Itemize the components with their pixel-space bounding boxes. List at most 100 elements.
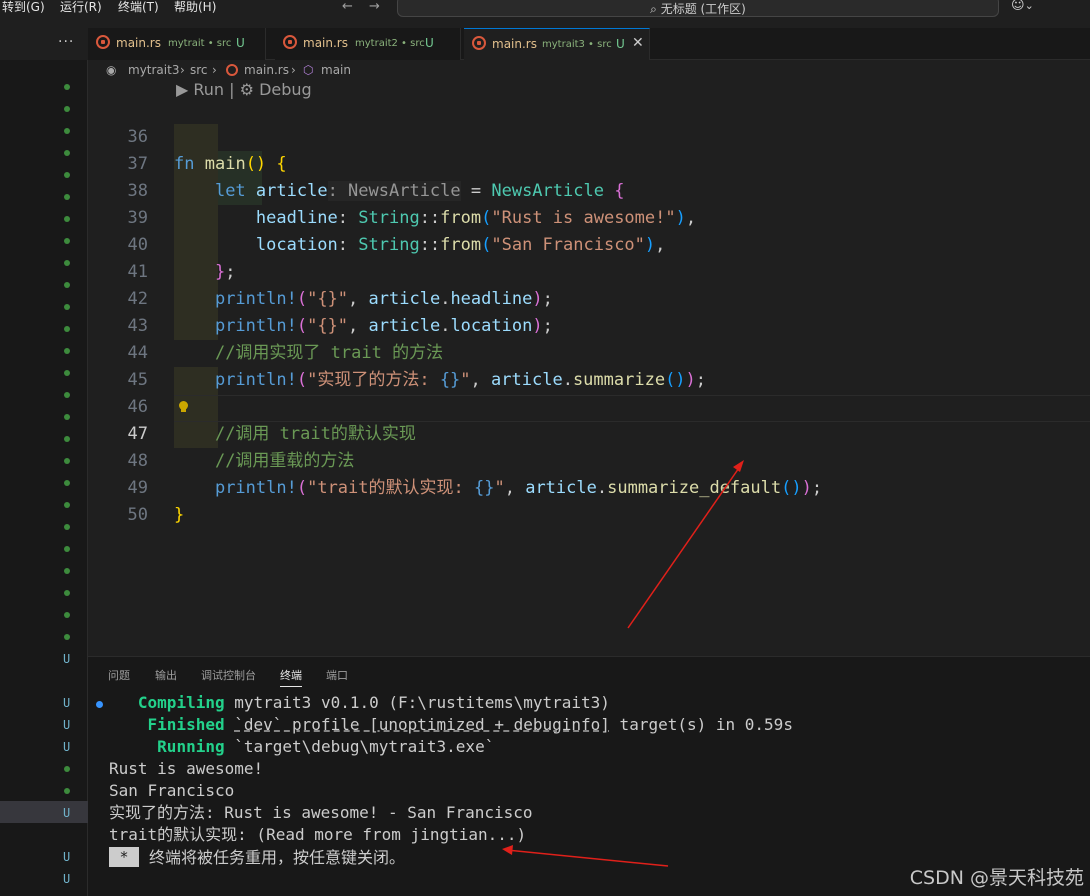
terminal-link[interactable]: `dev` profile [unoptimized + debuginfo] (234, 715, 610, 734)
gutter-dot (64, 788, 70, 794)
code-line: 40 }; (88, 205, 1090, 282)
tab-description: mytrait • src (168, 38, 232, 49)
gutter-untracked-marker: U (63, 718, 71, 732)
gutter-dot (64, 194, 70, 200)
code-line: 36 fn main() { (88, 97, 1090, 174)
code-line: 47 //调用重载的方法 (88, 394, 1090, 471)
gutter-dot (64, 260, 70, 266)
more-actions-icon[interactable]: ··· (58, 34, 74, 50)
gutter-dot (64, 436, 70, 442)
code-line: 46 //调用 trait的默认实现 (88, 367, 1090, 444)
command-center-search[interactable]: ⌕ 无标题 (工作区) (397, 0, 999, 17)
cargo-status: Finished (147, 715, 225, 734)
code-line: 43 //调用实现了 trait 的方法 (88, 286, 1090, 363)
code-line: 44 println!("实现了的方法: {}", article.summar… (88, 313, 1090, 390)
gutter-untracked-marker: U (63, 652, 71, 666)
chevron-right-icon: › (291, 63, 296, 77)
breadcrumb-root[interactable]: mytrait3 (128, 63, 179, 77)
terminal-output-line: 实现了的方法: Rust is awesome! - San Francisco (109, 803, 533, 822)
line-number: 50 (127, 505, 148, 525)
gutter-dot (64, 348, 70, 354)
forward-arrow-icon[interactable]: → (369, 0, 380, 14)
code-editor[interactable]: ▶ Run | ⚙ Debug 36 fn main() { 37 let ar… (88, 80, 1090, 656)
chevron-down-icon: ⌄ (1024, 0, 1034, 12)
gutter-dot (64, 216, 70, 222)
menu-help[interactable]: 帮助(H) (174, 0, 216, 14)
copilot-menu[interactable]: ☺⌄ (1011, 0, 1034, 13)
code-line: 37 let article: NewsArticle = NewsArticl… (88, 124, 1090, 201)
code-line: 50 (88, 475, 1090, 525)
bottom-panel: 问题 输出 调试控制台 终端 端口 Compiling mytrait3 v0.… (88, 656, 1090, 896)
terminal-line: Compiling mytrait3 v0.1.0 (F:\rustitems\… (109, 692, 610, 714)
breadcrumb-file[interactable]: main.rs (244, 63, 289, 77)
gutter-dot (64, 458, 70, 464)
breadcrumb-symbol[interactable]: main (321, 63, 351, 77)
breadcrumb: ◉ mytrait3 › src › main.rs › ⬡ main (88, 60, 1090, 80)
tab-filename: main.rs (492, 37, 537, 51)
tab-status-untracked: U (425, 36, 434, 50)
menu-goto[interactable]: 转到(G) (2, 0, 45, 14)
gutter-dot (64, 590, 70, 596)
gutter-dot (64, 370, 70, 376)
terminal-output-line: Rust is awesome! (109, 759, 264, 778)
gutter-dot (64, 172, 70, 178)
rust-file-icon (472, 36, 486, 50)
search-icon: ⌕ (650, 2, 657, 16)
tab-ports[interactable]: 端口 (326, 667, 348, 683)
code-line: 41 println!("{}", article.headline); (88, 232, 1090, 309)
gutter-untracked-marker: U (63, 696, 71, 710)
chevron-right-icon: › (180, 63, 185, 77)
menu-terminal[interactable]: 终端(T) (118, 0, 159, 14)
editor-tab-bar: main.rs mytrait • src U main.rs mytrait2… (88, 28, 1090, 61)
terminal-line: Running `target\debug\mytrait3.exe` (109, 736, 494, 758)
tab-debug-console[interactable]: 调试控制台 (201, 667, 256, 683)
tab-filename: main.rs (116, 36, 161, 50)
back-arrow-icon[interactable]: ← (342, 0, 353, 14)
close-icon[interactable]: ✕ (632, 35, 644, 51)
terminal-close-message: 终端将被任务重用，按任意键关闭。 (149, 848, 406, 867)
gutter-dot (64, 414, 70, 420)
terminal-text: mytrait3 v0.1.0 (F:\rustitems\mytrait3) (224, 693, 610, 712)
tab-status-untracked: U (616, 37, 625, 51)
gutter-dot (64, 480, 70, 486)
code-line: 42 println!("{}", article.location); (88, 259, 1090, 336)
rust-file-icon (96, 35, 110, 49)
code-line: 49 } (88, 448, 1090, 525)
tab-description: mytrait3 • src (542, 39, 612, 50)
gutter-dot (64, 150, 70, 156)
watermark: CSDN @景天科技苑 (909, 867, 1084, 889)
tab-main-mytrait3[interactable]: main.rs mytrait3 • src U ✕ (464, 28, 650, 61)
gutter-untracked-marker: U (63, 806, 71, 820)
tab-terminal[interactable]: 终端 (280, 667, 302, 687)
code-line: 48 println!("trait的默认实现: {}", article.su… (88, 421, 1090, 498)
tab-output[interactable]: 输出 (155, 667, 177, 683)
title-bar: 转到(G) 运行(R) 终端(T) 帮助(H) ← → ⌕ 无标题 (工作区) … (0, 0, 1090, 22)
gutter-highlight-row (0, 801, 88, 823)
gutter-dot (64, 326, 70, 332)
gutter-dot (64, 84, 70, 90)
tab-problems[interactable]: 问题 (108, 667, 130, 683)
copilot-icon: ☺ (1011, 0, 1025, 13)
rust-file-icon (283, 35, 297, 49)
terminal-output-line: San Francisco (109, 781, 235, 800)
lightbulb-icon[interactable] (179, 401, 188, 413)
gutter-dot (64, 612, 70, 618)
gutter-untracked-marker: U (63, 740, 71, 754)
tab-main-mytrait[interactable]: main.rs mytrait • src U (88, 28, 266, 60)
terminal-output-line: trait的默认实现: (Read more from jingtian...) (109, 825, 527, 844)
cargo-status: Compiling (137, 693, 225, 712)
breadcrumb-src[interactable]: src (190, 63, 208, 77)
tab-main-mytrait2[interactable]: main.rs mytrait2 • src U (275, 28, 461, 60)
tab-description: mytrait2 • src (355, 38, 425, 49)
workspace-title: 无标题 (工作区) (660, 2, 746, 16)
gutter-dot (64, 282, 70, 288)
gutter-dot (64, 634, 70, 640)
tab-filename: main.rs (303, 36, 348, 50)
gutter-dot (64, 546, 70, 552)
code-line: 45 (88, 340, 1090, 390)
gutter-dot (64, 238, 70, 244)
terminal-status-dot (96, 701, 103, 708)
menu-run[interactable]: 运行(R) (60, 0, 102, 14)
chevron-right-icon: › (212, 63, 217, 77)
rust-file-icon (226, 64, 238, 76)
